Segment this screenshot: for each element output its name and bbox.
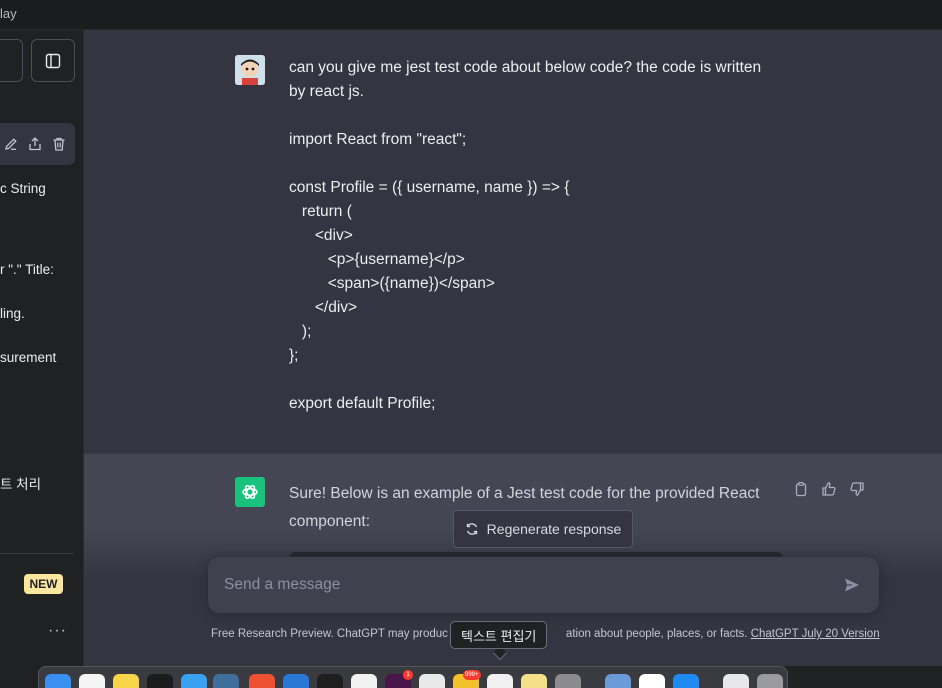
- mysql-workbench-icon[interactable]: [213, 674, 239, 688]
- kakaotalk-badge: 999+: [463, 670, 481, 680]
- app-store-icon[interactable]: [673, 674, 699, 688]
- sidebar-item-chat-4[interactable]: surement: [0, 350, 56, 365]
- documents-folder-icon[interactable]: [723, 674, 749, 688]
- terminal-icon[interactable]: [317, 674, 343, 688]
- slack-badge: 1: [403, 670, 413, 680]
- title-bar: lay: [0, 0, 942, 30]
- user-message-line: <div>: [289, 227, 353, 244]
- clipboard-icon[interactable]: [793, 481, 809, 497]
- sidebar-toggle-icon: [45, 53, 61, 68]
- trash-icon[interactable]: [51, 136, 67, 152]
- dock-tooltip: 텍스트 편집기: [450, 621, 548, 649]
- stickies-icon[interactable]: [521, 674, 547, 688]
- thumbs-up-icon[interactable]: [821, 481, 837, 497]
- user-message-line: by react js.: [289, 83, 364, 100]
- notes-icon[interactable]: [113, 674, 139, 688]
- thumbs-down-icon[interactable]: [849, 481, 865, 497]
- user-message-line: </div>: [289, 299, 358, 316]
- refresh-icon: [466, 523, 477, 535]
- user-message-line: can you give me jest test code about bel…: [289, 59, 762, 76]
- user-message-line: const Profile = ({ username, name }) => …: [289, 179, 570, 196]
- user-message-line: import React from "react";: [289, 131, 467, 148]
- user-message-line: [289, 368, 789, 392]
- app-window: lay c String r "." Title: ling. surement: [0, 0, 942, 688]
- window-title: lay: [0, 6, 17, 21]
- user-message-line: export default Profile;: [289, 395, 436, 412]
- regenerate-label: Regenerate response: [486, 521, 622, 537]
- sidebar-item-chat-1[interactable]: c String: [0, 181, 46, 196]
- vscode-icon[interactable]: [283, 674, 309, 688]
- user-message-line: <p>{username}</p>: [289, 251, 465, 268]
- message-composer[interactable]: Send a message: [208, 557, 879, 613]
- calendar-icon[interactable]: [79, 674, 105, 688]
- macos-dock: 1 999+: [38, 666, 788, 688]
- openai-logo-icon: [242, 484, 258, 500]
- user-message-line: };: [289, 347, 299, 364]
- sidebar: c String r "." Title: ling. surement 트 처…: [0, 30, 84, 666]
- new-badge[interactable]: NEW: [24, 574, 63, 594]
- version-link[interactable]: ChatGPT July 20 Version: [751, 628, 880, 640]
- chat-actions: [3, 136, 67, 152]
- message-actions: [793, 481, 865, 497]
- user-message-line: return (: [289, 203, 352, 220]
- share-icon[interactable]: [27, 136, 43, 152]
- user-avatar: [235, 55, 265, 85]
- user-message-line: <span>({name})</span>: [289, 275, 495, 292]
- notion-icon[interactable]: [351, 674, 377, 688]
- chrome-icon[interactable]: [419, 674, 445, 688]
- edit-icon[interactable]: [3, 136, 19, 152]
- user-message-line: [289, 152, 789, 176]
- user-message-text: can you give me jest test code about bel…: [289, 56, 789, 416]
- text-editor-icon[interactable]: [487, 674, 513, 688]
- sidebar-divider: [0, 553, 74, 554]
- finder-icon[interactable]: [45, 674, 71, 688]
- dbeaver-icon[interactable]: [639, 674, 665, 688]
- user-message: can you give me jest test code about bel…: [84, 30, 942, 453]
- sidebar-item-chat-2[interactable]: r "." Title:: [0, 262, 54, 277]
- git-icon[interactable]: [249, 674, 275, 688]
- trash-bin-icon[interactable]: [757, 674, 783, 688]
- preview-icon[interactable]: [605, 674, 631, 688]
- message-input[interactable]: Send a message: [224, 576, 340, 594]
- new-chat-button[interactable]: [0, 39, 23, 82]
- system-settings-icon[interactable]: [555, 674, 581, 688]
- sidebar-toggle-button[interactable]: [31, 39, 75, 82]
- user-message-line: [289, 104, 789, 128]
- footer-text-start: Free Research Preview. ChatGPT may produ…: [211, 628, 448, 640]
- regenerate-response-button[interactable]: Regenerate response: [453, 510, 633, 548]
- sidebar-item-chat-5[interactable]: 트 처리: [0, 473, 41, 493]
- sidebar-item-chat-3[interactable]: ling.: [0, 306, 25, 321]
- send-icon[interactable]: [843, 576, 861, 594]
- footer-text-end: ation about people, places, or facts.: [565, 628, 751, 640]
- app-icon-4[interactable]: [147, 674, 173, 688]
- chatgpt-avatar: [235, 477, 265, 507]
- user-message-line: );: [289, 323, 312, 340]
- chat-main: can you give me jest test code about bel…: [84, 30, 942, 666]
- app-icon-5[interactable]: [181, 674, 207, 688]
- more-options-icon[interactable]: ···: [48, 622, 67, 640]
